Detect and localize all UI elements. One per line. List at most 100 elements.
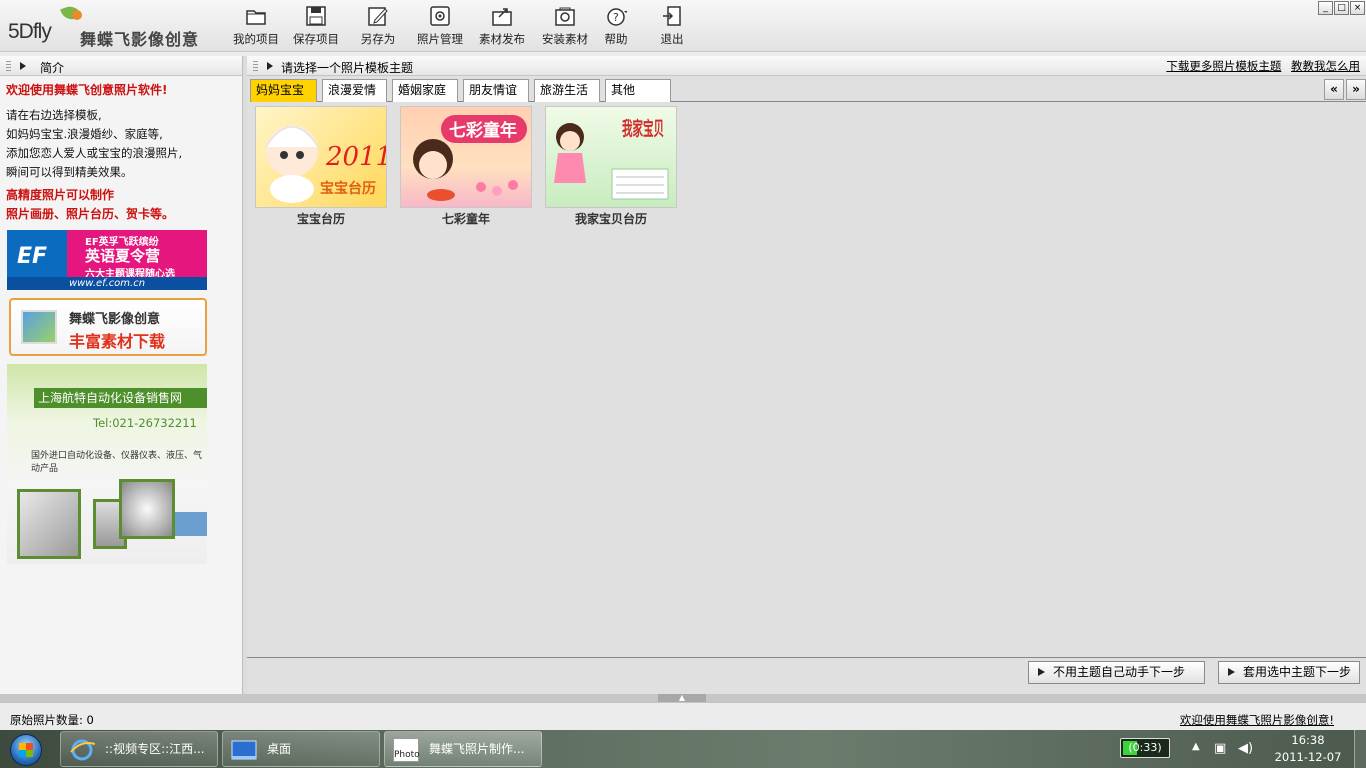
- template-item[interactable]: 七彩童年 七彩童年: [400, 106, 532, 228]
- template-art-text: 我家宝贝: [622, 117, 664, 140]
- exit-icon: [663, 6, 681, 26]
- app-logo: 5Dfly 舞蝶飞影像创意: [6, 3, 221, 49]
- tab-family[interactable]: 婚姻家庭: [392, 79, 458, 102]
- template-thumbnail: 七彩童年: [400, 106, 532, 208]
- logo-text-en: 5Dfly: [8, 20, 52, 43]
- collapse-up-icon[interactable]: ▲: [658, 694, 706, 702]
- template-panel: 请选择一个照片模板主题 下载更多照片模板主题 教教我怎么用 妈妈宝宝 浪漫爱情 …: [247, 56, 1366, 694]
- tab-romance[interactable]: 浪漫爱情: [322, 79, 387, 102]
- template-art-text: 七彩童年: [449, 120, 517, 141]
- panel-grip-icon[interactable]: [253, 61, 258, 71]
- intro-panel: 简介 欢迎使用舞蝶飞创意照片软件! 请在右边选择模板, 如妈妈宝宝.浪漫婚纱、家…: [0, 56, 243, 694]
- how-to-link[interactable]: 教教我怎么用: [1291, 59, 1360, 73]
- maximize-button[interactable]: □: [1334, 1, 1349, 15]
- use-theme-next-button[interactable]: 套用选中主题下一步: [1218, 661, 1360, 684]
- hangte-ad-tel: Tel:021-26732211: [93, 416, 197, 430]
- 5dfly-ad-line2: 丰富素材下载: [69, 332, 166, 351]
- intro-panel-header: 简介: [0, 56, 242, 76]
- volume-icon[interactable]: ◀): [1238, 741, 1253, 756]
- help-icon: ?: [607, 8, 627, 26]
- template-item[interactable]: 2011 宝宝台历 宝宝台历: [255, 106, 387, 228]
- template-item[interactable]: 我家宝贝 我家宝贝台历: [545, 106, 677, 228]
- tray-expand-icon[interactable]: ▲: [1192, 741, 1200, 752]
- intro-line: 如妈妈宝宝.浪漫婚纱、家庭等,: [6, 127, 163, 141]
- publish-button[interactable]: 素材发布: [472, 4, 532, 48]
- tab-travel[interactable]: 旅游生活: [534, 79, 600, 102]
- welcome-status-link[interactable]: 欢迎使用舞蝶飞照片影像创意!: [1180, 712, 1334, 728]
- my-project-button[interactable]: 我的项目: [226, 4, 286, 48]
- welcome-text: 欢迎使用舞蝶飞创意照片软件!: [6, 83, 168, 97]
- ef-logo-text: EF: [17, 244, 48, 269]
- tab-friends[interactable]: 朋友情谊: [463, 79, 529, 102]
- taskbar-item-desktop[interactable]: 桌面: [222, 731, 380, 767]
- photo-manage-button[interactable]: 照片管理: [410, 4, 470, 48]
- 5dfly-ad-line1: 舞蝶飞影像创意: [69, 312, 161, 327]
- tab-other[interactable]: 其他: [605, 79, 671, 102]
- arrow-right-icon: [1228, 668, 1235, 676]
- network-icon[interactable]: ▣: [1214, 741, 1226, 756]
- use-theme-next-label: 套用选中主题下一步: [1243, 665, 1352, 679]
- start-button[interactable]: [4, 730, 50, 768]
- photo-stack-icon: [21, 310, 57, 344]
- expand-arrow-icon[interactable]: [20, 62, 26, 70]
- clock[interactable]: 16:38 2011-12-07: [1268, 732, 1348, 766]
- save-project-label: 保存项目: [293, 32, 339, 46]
- machine-image: [17, 489, 81, 559]
- intro-line: 添加您恋人爱人或宝宝的浪漫照片,: [6, 146, 183, 160]
- save-project-button[interactable]: 保存项目: [286, 4, 346, 48]
- save-as-button[interactable]: 另存为: [348, 4, 408, 48]
- publish-icon: [492, 8, 512, 26]
- hangte-ad-title: 上海航特自动化设备销售网: [34, 388, 207, 408]
- category-tabs: 妈妈宝宝 浪漫爱情 婚姻家庭 朋友情谊 旅游生活 其他: [250, 78, 1366, 102]
- intro-description: 请在右边选择模板, 如妈妈宝宝.浪漫婚纱、家庭等, 添加您恋人爱人或宝宝的浪漫照…: [6, 106, 236, 182]
- machine-image: [175, 512, 207, 536]
- template-thumbnail: 我家宝贝: [545, 106, 677, 208]
- tab-scroll-right-button[interactable]: »: [1346, 79, 1366, 100]
- download-more-link[interactable]: 下载更多照片模板主题: [1166, 59, 1281, 73]
- machine-image: [119, 479, 175, 539]
- hangte-ad-banner[interactable]: 上海航特自动化设备销售网 Tel:021-26732211 国外进口自动化设备、…: [7, 364, 207, 564]
- highlight-line: 照片画册、照片台历、贺卡等。: [6, 207, 175, 221]
- logo-text-cn: 舞蝶飞影像创意: [80, 30, 200, 49]
- floppy-save-icon: [306, 6, 326, 26]
- install-icon: [555, 7, 575, 26]
- publish-label: 素材发布: [479, 32, 525, 46]
- exit-button[interactable]: 退出: [642, 4, 702, 48]
- show-desktop-button[interactable]: [1354, 730, 1366, 768]
- minimize-button[interactable]: _: [1318, 1, 1333, 15]
- manual-next-label: 不用主题自己动手下一步: [1053, 665, 1186, 679]
- taskbar-item-label: ::视频专区::江西...: [105, 742, 205, 756]
- intro-panel-title: 简介: [40, 61, 65, 75]
- taskbar-item-5dfly[interactable]: Photo 舞蝶飞照片制作...: [384, 731, 542, 767]
- status-bar: 原始照片数量: 0 欢迎使用舞蝶飞照片影像创意!: [0, 702, 1366, 730]
- photo-app-icon: Photo: [393, 738, 420, 762]
- save-as-label: 另存为: [360, 32, 396, 46]
- 5dfly-ad-banner[interactable]: 舞蝶飞影像创意 丰富素材下载: [9, 298, 207, 356]
- taskbar-item-ie[interactable]: ::视频专区::江西...: [60, 731, 218, 767]
- windows-taskbar: ::视频专区::江西... 桌面 Photo 舞蝶飞照片制作... (0:33)…: [0, 730, 1366, 768]
- panel-grip-icon[interactable]: [6, 61, 11, 71]
- expand-arrow-icon[interactable]: [267, 62, 273, 70]
- folder-open-icon: [246, 10, 266, 25]
- template-caption: 宝宝台历: [296, 212, 345, 226]
- template-panel-title: 请选择一个照片模板主题: [281, 61, 414, 75]
- template-caption: 我家宝贝台历: [574, 212, 647, 226]
- my-project-label: 我的项目: [233, 32, 279, 46]
- help-button[interactable]: ? 帮助: [586, 4, 646, 48]
- horizontal-splitter[interactable]: ▲: [0, 694, 1366, 702]
- template-art-subtext: 宝宝台历: [320, 180, 376, 197]
- taskbar-item-label: 舞蝶飞照片制作...: [429, 742, 525, 756]
- help-label: 帮助: [604, 32, 628, 46]
- logo-dot-icon: [72, 10, 82, 20]
- tab-mom-baby[interactable]: 妈妈宝宝: [250, 79, 317, 102]
- highlight-line: 高精度照片可以制作: [6, 188, 115, 202]
- ef-ad-banner[interactable]: EF EF英孚飞跃缤纷 英语夏令营 六大主题课程随心选 www.ef.com.c…: [7, 230, 207, 290]
- system-tray: (0:33) ▲ ▣ ◀) 16:38 2011-12-07: [1108, 730, 1366, 768]
- manual-next-button[interactable]: 不用主题自己动手下一步: [1028, 661, 1205, 684]
- close-button[interactable]: ×: [1350, 1, 1365, 15]
- tab-scroll-left-button[interactable]: «: [1324, 79, 1344, 100]
- intro-line: 瞬间可以得到精美效果。: [6, 165, 133, 179]
- battery-icon[interactable]: (0:33): [1120, 738, 1170, 758]
- exit-label: 退出: [660, 32, 684, 46]
- svg-text:?: ?: [613, 11, 619, 24]
